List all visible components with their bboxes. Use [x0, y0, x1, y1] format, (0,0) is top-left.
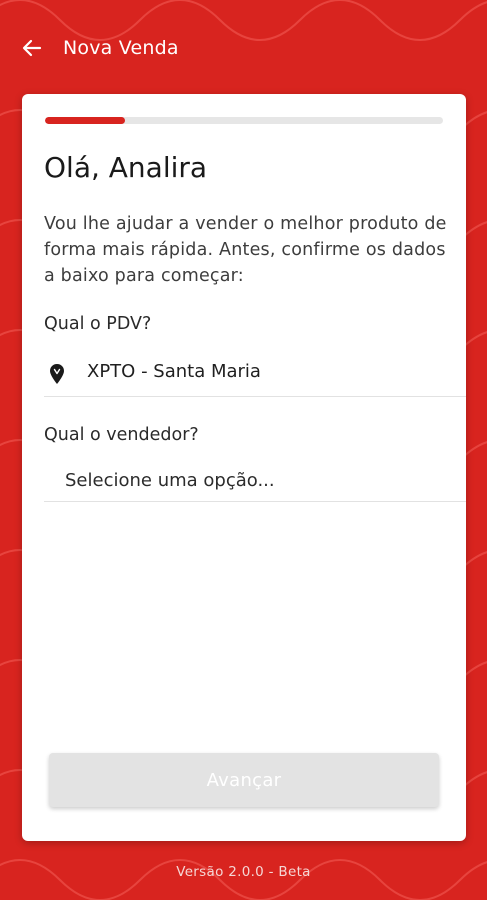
vendedor-select[interactable]: Selecione uma opção... — [44, 459, 466, 502]
intro-text: Vou lhe ajudar a vender o melhor produto… — [44, 214, 447, 286]
sale-setup-card: Olá, Analira Vou lhe ajudar a vender o m… — [22, 94, 466, 841]
vendedor-placeholder: Selecione uma opção... — [65, 470, 275, 491]
back-button[interactable] — [18, 34, 46, 62]
page-title: Nova Venda — [63, 37, 179, 59]
arrow-left-icon — [22, 39, 42, 57]
progress-fill — [45, 117, 125, 124]
progress-bar — [45, 117, 443, 124]
version-label: Versão 2.0.0 - Beta — [176, 864, 311, 880]
greeting-heading: Olá, Analira — [44, 151, 208, 184]
vendedor-label: Qual o vendedor? — [44, 425, 199, 445]
location-pin-icon — [50, 364, 64, 384]
pdv-value: XPTO - Santa Maria — [87, 361, 261, 382]
advance-button[interactable]: Avançar — [49, 753, 439, 807]
pdv-label: Qual o PDV? — [44, 314, 152, 334]
pdv-select[interactable]: XPTO - Santa Maria — [44, 352, 466, 397]
app-bar: Nova Venda — [0, 0, 487, 96]
